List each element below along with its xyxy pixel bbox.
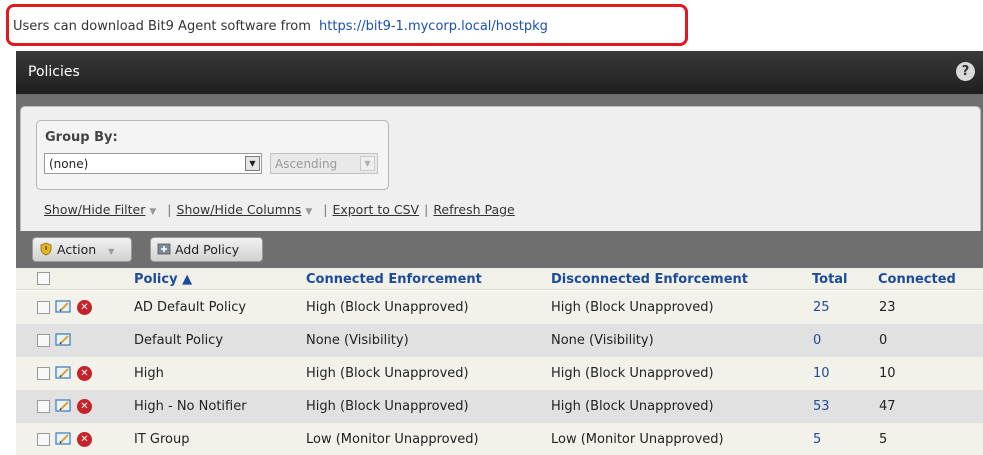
connected-enforcement: None (Visibility) (306, 333, 409, 348)
banner-text: Users can download Bit9 Agent software f… (13, 19, 311, 34)
edit-icon[interactable] (55, 300, 72, 314)
refresh-page-link[interactable]: Refresh Page (433, 202, 514, 217)
action-label: Action (57, 242, 97, 257)
table-toolbar: Action ▼ Add Policy (20, 231, 981, 268)
total-count[interactable]: 5 (813, 432, 821, 447)
row-checkbox[interactable] (37, 367, 50, 380)
connected-count: 47 (879, 399, 896, 414)
disconnected-enforcement: High (Block Unapproved) (551, 300, 714, 315)
column-total[interactable]: Total (812, 272, 848, 287)
table-row: ✕ IT Group Low (Monitor Unapproved) Low (Mo… (16, 423, 983, 455)
connected-count: 23 (879, 300, 896, 315)
chevron-down-icon[interactable]: ▼ (149, 207, 156, 217)
chevron-down-icon[interactable]: ▼ (305, 207, 312, 217)
sort-order-select: Ascending ▼ (270, 153, 378, 174)
download-link[interactable]: https://bit9-1.mycorp.local/hostpkg (319, 19, 548, 34)
group-by-value: (none) (49, 157, 89, 171)
dropdown-arrow-icon[interactable]: ▼ (245, 156, 260, 171)
delete-icon[interactable]: ✕ (77, 300, 92, 315)
help-icon[interactable]: ? (956, 62, 975, 81)
policy-name: Default Policy (134, 333, 224, 348)
show-hide-columns-link[interactable]: Show/Hide Columns (177, 202, 302, 217)
panel-header: Policies ? (16, 51, 983, 94)
table-row: ✕ High High (Block Unapproved) High (Block … (16, 357, 983, 390)
total-count[interactable]: 10 (813, 366, 830, 381)
edit-icon[interactable] (55, 432, 72, 446)
group-by-select[interactable]: (none) ▼ (44, 153, 262, 174)
disconnected-enforcement: High (Block Unapproved) (551, 366, 714, 381)
table-row: ✕ High - No Notifier High (Block Unapprove… (16, 390, 983, 423)
row-checkbox[interactable] (37, 301, 50, 314)
add-policy-label: Add Policy (175, 242, 240, 257)
action-button[interactable]: Action ▼ (32, 237, 132, 262)
policy-name: AD Default Policy (134, 300, 247, 315)
row-checkbox[interactable] (37, 433, 50, 446)
delete-icon[interactable]: ✕ (77, 432, 92, 447)
connected-count: 0 (879, 333, 888, 348)
dropdown-arrow-icon: ▼ (360, 156, 375, 171)
column-connected-enforcement[interactable]: Connected Enforcement (306, 272, 482, 287)
column-disconnected-enforcement[interactable]: Disconnected Enforcement (551, 272, 748, 287)
policy-name: High (134, 366, 164, 381)
row-checkbox[interactable] (37, 400, 50, 413)
table-header: Policy ▲ Connected Enforcement Disconnec… (16, 268, 983, 290)
divider: | (323, 202, 328, 217)
connected-enforcement: Low (Monitor Unapproved) (306, 432, 479, 447)
policy-name: High - No Notifier (134, 399, 247, 414)
connected-enforcement: High (Block Unapproved) (306, 300, 469, 315)
divider: | (167, 202, 172, 217)
divider: | (424, 202, 429, 217)
disconnected-enforcement: None (Visibility) (551, 333, 654, 348)
column-connected[interactable]: Connected (878, 272, 956, 287)
add-policy-button[interactable]: Add Policy (150, 237, 263, 262)
disconnected-enforcement: High (Block Unapproved) (551, 399, 714, 414)
table-row: ✕ AD Default Policy High (Block Unapproved… (16, 291, 983, 324)
connected-count: 10 (879, 366, 896, 381)
edit-icon[interactable] (55, 399, 72, 413)
delete-icon[interactable]: ✕ (77, 399, 92, 414)
edit-icon[interactable] (55, 366, 72, 380)
total-count[interactable]: 53 (813, 399, 830, 414)
shield-icon (40, 242, 52, 256)
total-count[interactable]: 0 (813, 333, 821, 348)
group-by-box: Group By: (none) ▼ Ascending ▼ (36, 120, 389, 190)
policies-table: Policy ▲ Connected Enforcement Disconnec… (16, 268, 983, 455)
edit-icon[interactable] (55, 333, 72, 347)
select-all-checkbox[interactable] (37, 272, 50, 285)
download-banner: Users can download Bit9 Agent software f… (13, 19, 548, 34)
delete-icon[interactable]: ✕ (77, 366, 92, 381)
disconnected-enforcement: Low (Monitor Unapproved) (551, 432, 724, 447)
connected-enforcement: High (Block Unapproved) (306, 366, 469, 381)
connected-enforcement: High (Block Unapproved) (306, 399, 469, 414)
row-checkbox[interactable] (37, 334, 50, 347)
table-row: Default Policy None (Visibility) None (Vis… (16, 324, 983, 357)
column-policy[interactable]: Policy ▲ (134, 272, 192, 287)
export-csv-link[interactable]: Export to CSV (332, 202, 419, 217)
policy-name: IT Group (134, 432, 190, 447)
total-count[interactable]: 25 (813, 300, 830, 315)
chevron-down-icon: ▼ (108, 247, 115, 256)
connected-count: 5 (879, 432, 888, 447)
add-icon (157, 243, 171, 255)
group-by-label: Group By: (45, 130, 118, 145)
show-hide-filter-link[interactable]: Show/Hide Filter (44, 202, 145, 217)
panel-title: Policies (28, 64, 80, 80)
view-links: Show/Hide Filter ▼ | Show/Hide Columns ▼ | Exp… (44, 202, 515, 217)
sort-order-value: Ascending (275, 157, 338, 171)
